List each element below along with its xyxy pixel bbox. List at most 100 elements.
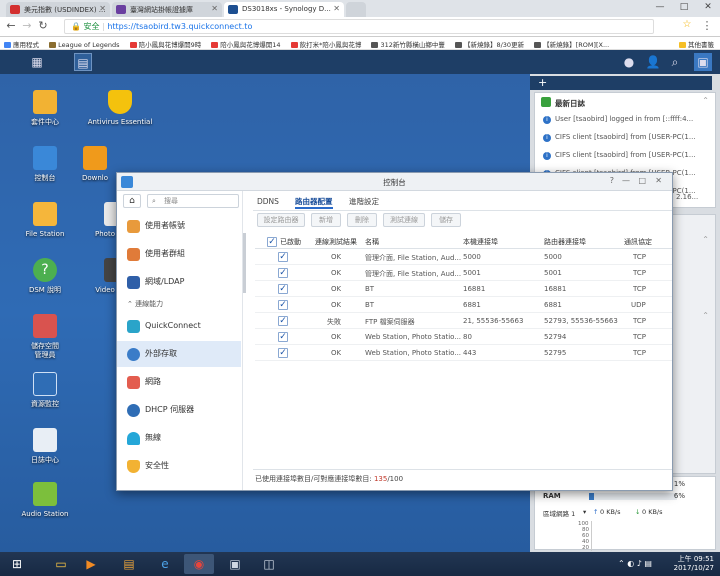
bookmark-item[interactable]: 【新燒錄】[ROM][X...: [530, 37, 613, 49]
reload-icon[interactable]: ↻: [36, 19, 50, 32]
bookmark-item[interactable]: 飲打米*陪小鳳與花博: [287, 37, 366, 49]
test-connection-button[interactable]: 測試連線: [383, 213, 425, 227]
main-menu-icon[interactable]: ▦: [28, 53, 46, 71]
back-arrow-icon[interactable]: ←: [4, 19, 18, 32]
close-icon[interactable]: ✕: [99, 4, 106, 13]
maximize-button[interactable]: □: [638, 176, 646, 185]
bookmark-other[interactable]: 其他書籤: [675, 37, 718, 49]
chrome-browser-icon[interactable]: ◉: [184, 554, 214, 574]
widgets-icon[interactable]: ▣: [694, 53, 712, 71]
sidebar-item-dhcp-server[interactable]: DHCP 伺服器: [117, 397, 241, 423]
user-icon[interactable]: 👤: [644, 53, 662, 71]
file-explorer-icon[interactable]: ▭: [46, 554, 76, 574]
bookmark-item[interactable]: 【新燒錄】8/30更新: [451, 37, 528, 49]
tab-advanced[interactable]: 進階設定: [349, 194, 379, 209]
tab-router-config[interactable]: 路由器配置: [295, 194, 333, 209]
media-player-icon[interactable]: ▶: [76, 554, 106, 574]
bookmark-item[interactable]: 陪小鳳與花博爆開14: [207, 37, 284, 49]
address-bar[interactable]: 🔒 安全 | https://tsaobird.tw3.quickconnect…: [64, 19, 654, 34]
chevron-up-icon[interactable]: ⌃: [702, 235, 709, 244]
desktop-icon-file-station[interactable]: File Station: [0, 202, 90, 239]
sidebar-item-user-group[interactable]: 使用者群組: [117, 241, 241, 267]
sidebar-item-security[interactable]: 安全性: [117, 453, 241, 479]
minimize-button[interactable]: —: [622, 176, 630, 185]
table-row[interactable]: ✓ OK BT 6881 6881 UDP: [255, 297, 672, 313]
sidebar-item-external-access[interactable]: 外部存取: [117, 341, 241, 367]
network-tool-icon[interactable]: ◫: [254, 554, 284, 574]
taskbar-clock[interactable]: 上午 09:51 2017/10/27: [674, 555, 714, 573]
desktop-icon-storage-manager[interactable]: 儲存空間 管理員: [0, 314, 90, 360]
column-test-result[interactable]: 連線測試結果: [315, 237, 357, 247]
control-panel-task-icon[interactable]: ▤: [74, 53, 92, 71]
folder-icon[interactable]: ▤: [114, 554, 144, 574]
delete-button[interactable]: 刪除: [347, 213, 377, 227]
desktop-icon-antivirus[interactable]: Antivirus Essential: [75, 90, 165, 127]
desktop-icon-audio-station[interactable]: Audio Station: [0, 482, 90, 519]
table-row[interactable]: ✓ OK Web Station, Photo Statio... 443 52…: [255, 345, 672, 361]
menu-icon[interactable]: ⋮: [700, 19, 714, 32]
search-icon[interactable]: ⌕: [666, 53, 684, 71]
setup-router-button[interactable]: 設定路由器: [257, 213, 305, 227]
sidebar-item-wireless[interactable]: 無線: [117, 425, 241, 451]
bookmark-item[interactable]: League of Legends: [45, 39, 123, 49]
select-all-checkbox[interactable]: ✓: [267, 237, 277, 247]
bookmark-item[interactable]: 陪小鳳與花博爆開9時: [126, 37, 206, 49]
sidebar-item-network[interactable]: 網路: [117, 369, 241, 395]
tab-ddns[interactable]: DDNS: [257, 194, 279, 209]
add-button[interactable]: 新增: [311, 213, 341, 227]
desktop-icon-resource-monitor[interactable]: 資源監控: [0, 372, 90, 409]
sidebar-group-connectivity[interactable]: ⌃ 連線能力: [127, 299, 163, 309]
close-icon[interactable]: ✕: [211, 4, 218, 13]
add-widget-icon[interactable]: +: [530, 76, 712, 90]
forward-arrow-icon[interactable]: →: [20, 19, 34, 32]
row-checkbox[interactable]: ✓: [278, 348, 288, 358]
table-row[interactable]: ✓ OK 管理介面, File Station, Aud... 5000 500…: [255, 249, 672, 265]
row-checkbox[interactable]: ✓: [278, 300, 288, 310]
sidebar-item-user[interactable]: 使用者帳號: [117, 213, 241, 239]
bookmark-apps[interactable]: 應用程式: [0, 37, 43, 49]
column-local-port[interactable]: 本機連接埠: [463, 237, 498, 247]
ie-browser-icon[interactable]: e: [150, 554, 180, 574]
dropdown-icon[interactable]: ▾: [583, 508, 586, 516]
new-tab-button[interactable]: [346, 2, 366, 17]
browser-tab-1[interactable]: 美元指數 (USDINDEX) ... ✕: [6, 2, 110, 17]
column-protocol[interactable]: 通訊協定: [624, 237, 652, 247]
sidebar-scrollbar[interactable]: [243, 233, 246, 293]
row-checkbox[interactable]: ✓: [278, 284, 288, 294]
close-button[interactable]: ✕: [655, 176, 662, 185]
row-checkbox[interactable]: ✓: [278, 332, 288, 342]
sidebar-item-domain-ldap[interactable]: 網域/LDAP: [117, 269, 241, 295]
help-button[interactable]: ?: [610, 176, 614, 185]
sidebar-item-quickconnect[interactable]: QuickConnect: [117, 313, 241, 339]
row-checkbox[interactable]: ✓: [278, 316, 288, 326]
chevron-up-icon[interactable]: ⌃: [702, 311, 709, 320]
close-window-button[interactable]: ✕: [696, 0, 720, 17]
maximize-button[interactable]: □: [672, 0, 696, 17]
row-checkbox[interactable]: ✓: [278, 252, 288, 262]
window-titlebar[interactable]: 控制台 ? — □ ✕: [117, 173, 672, 191]
table-row[interactable]: ✓ 失敗 FTP 檔案伺服器 21, 55536-55663 52793, 55…: [255, 313, 672, 329]
minimize-button[interactable]: —: [648, 0, 672, 17]
column-enabled[interactable]: 已啟動: [280, 237, 301, 247]
windows-start-icon[interactable]: ⊞: [2, 554, 32, 574]
chevron-up-icon[interactable]: ⌃: [702, 96, 709, 105]
close-icon[interactable]: ✕: [333, 4, 340, 13]
table-row[interactable]: ✓ OK 管理介面, File Station, Aud... 5001 500…: [255, 265, 672, 281]
search-input[interactable]: ⌕ 搜尋: [147, 194, 239, 208]
remote-desktop-icon[interactable]: ▣: [220, 554, 250, 574]
table-row[interactable]: ✓ OK Web Station, Photo Statio... 80 527…: [255, 329, 672, 345]
chat-icon[interactable]: ●: [620, 53, 638, 71]
table-row[interactable]: ✓ OK BT 16881 16881 TCP: [255, 281, 672, 297]
row-checkbox[interactable]: ✓: [278, 268, 288, 278]
desktop-icon-log-center[interactable]: 日誌中心: [0, 428, 90, 465]
desktop-icon-dsm-help[interactable]: ? DSM 說明: [0, 258, 90, 295]
star-icon[interactable]: ☆: [680, 19, 694, 30]
column-router-port[interactable]: 路由器連接埠: [544, 237, 586, 247]
home-icon[interactable]: ⌂: [123, 194, 141, 208]
browser-tab-3[interactable]: DS3018xs - Synology D... ✕: [224, 2, 344, 17]
save-button[interactable]: 儲存: [431, 213, 461, 227]
bookmark-item[interactable]: 312新竹縣橫山鄉中豐: [367, 37, 448, 49]
system-tray-icons[interactable]: ⌃ ◐ ♪ ▤: [600, 554, 670, 574]
column-name[interactable]: 名稱: [365, 237, 379, 247]
browser-tab-2[interactable]: 臺灣網站掛帳證據庫 ✕: [112, 2, 222, 17]
